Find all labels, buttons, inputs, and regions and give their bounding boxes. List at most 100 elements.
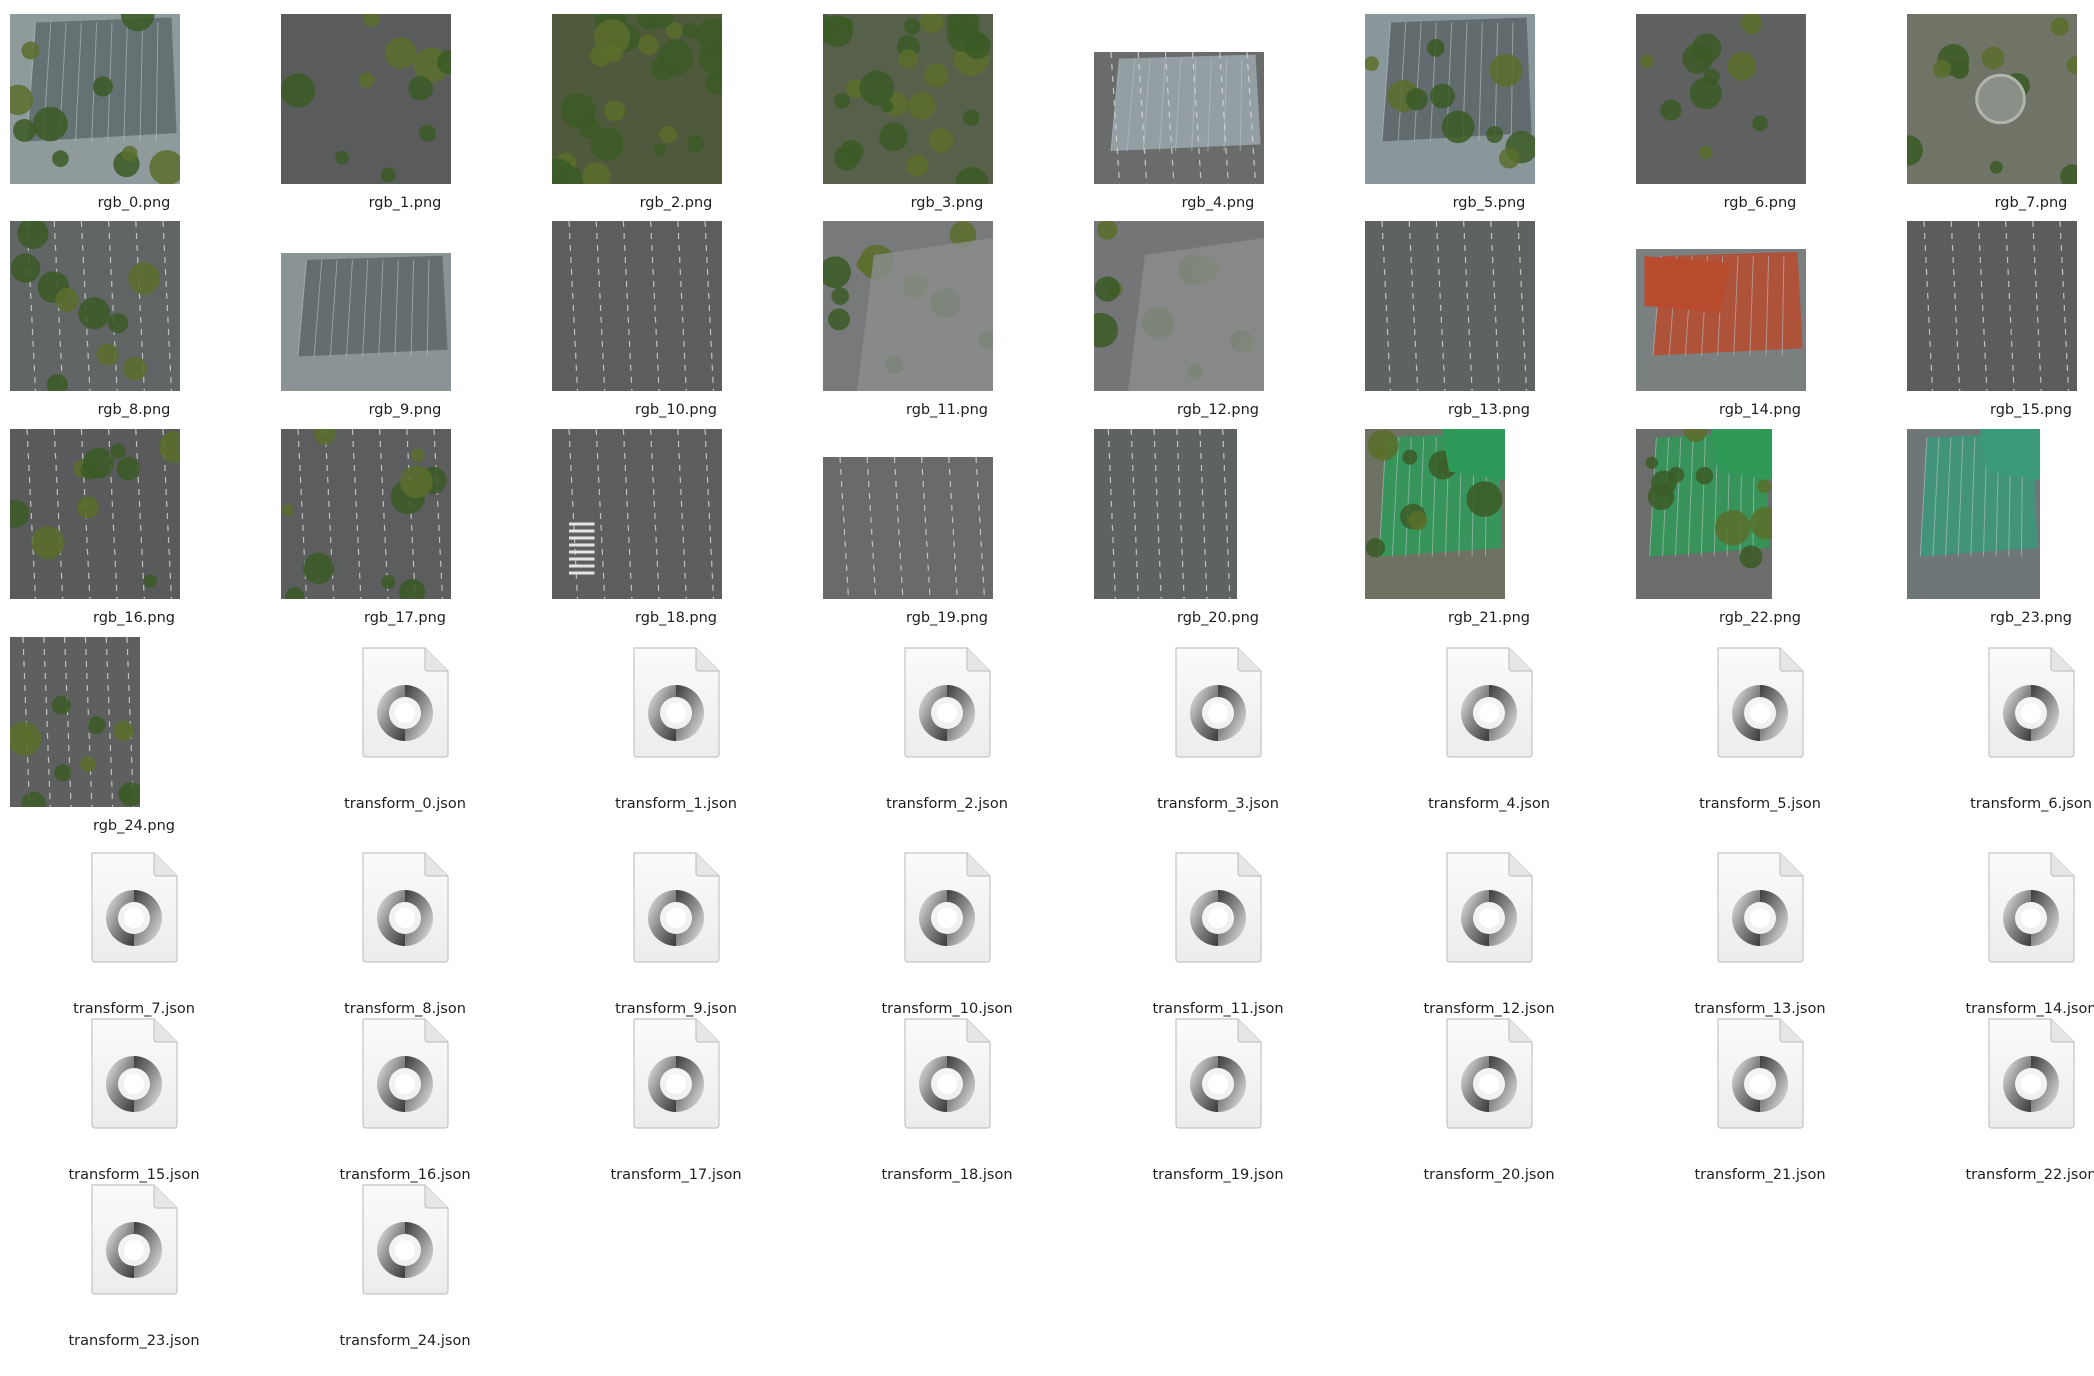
image-thumbnail: [1094, 429, 1237, 599]
json-file-item[interactable]: transform_6.json: [1895, 635, 2094, 839]
image-thumbnail: [552, 221, 722, 391]
aerial-photo-texture: [1636, 249, 1806, 391]
json-file-item[interactable]: transform_3.json: [1082, 635, 1354, 839]
png-file-item[interactable]: rgb_15.png: [1895, 219, 2094, 423]
aerial-photo-texture: [10, 637, 140, 807]
png-file-item[interactable]: rgb_10.png: [540, 219, 812, 423]
aerial-photo-texture: [1365, 429, 1505, 599]
json-file-icon: [362, 647, 449, 758]
png-file-item[interactable]: rgb_5.png: [1353, 12, 1625, 216]
png-file-item[interactable]: rgb_1.png: [269, 12, 541, 216]
image-thumbnail: [1907, 14, 2077, 184]
png-file-item[interactable]: rgb_13.png: [1353, 219, 1625, 423]
aerial-photo-texture: [10, 221, 180, 391]
json-file-item[interactable]: transform_19.json: [1082, 1006, 1354, 1210]
file-name-label: rgb_18.png: [634, 610, 718, 626]
png-file-item[interactable]: rgb_0.png: [0, 12, 270, 216]
thumbnail-frame: [540, 427, 812, 605]
thumbnail-frame: [0, 427, 270, 605]
png-file-item[interactable]: rgb_22.png: [1624, 427, 1896, 631]
file-name-label: transform_0.json: [344, 796, 466, 812]
json-file-item[interactable]: transform_18.json: [811, 1006, 1083, 1210]
png-file-item[interactable]: rgb_2.png: [540, 12, 812, 216]
file-name-label: rgb_24.png: [92, 818, 176, 834]
png-file-item[interactable]: rgb_19.png: [811, 427, 1083, 631]
aerial-photo-texture: [1907, 221, 2077, 391]
png-file-item[interactable]: rgb_3.png: [811, 12, 1083, 216]
json-file-item[interactable]: transform_20.json: [1353, 1006, 1625, 1210]
json-file-item[interactable]: transform_4.json: [1353, 635, 1625, 839]
image-thumbnail: [1094, 221, 1264, 391]
json-file-item[interactable]: transform_17.json: [540, 1006, 812, 1210]
png-file-item[interactable]: rgb_7.png: [1895, 12, 2094, 216]
png-file-item[interactable]: rgb_6.png: [1624, 12, 1896, 216]
file-name-label: transform_19.json: [1152, 1167, 1284, 1183]
file-name-label: rgb_13.png: [1447, 402, 1531, 418]
png-file-item[interactable]: rgb_21.png: [1353, 427, 1625, 631]
json-file-icon: [1988, 647, 2075, 758]
json-file-icon: [1717, 647, 1804, 758]
thumbnail-frame: [540, 12, 812, 190]
thumbnail-frame: [1082, 427, 1354, 605]
thumbnail-frame: [540, 219, 812, 397]
file-name-label: rgb_2.png: [639, 195, 713, 211]
aerial-photo-texture: [1636, 429, 1772, 599]
aerial-photo-texture: [1094, 52, 1264, 184]
image-thumbnail: [10, 637, 140, 807]
json-file-item[interactable]: transform_24.json: [269, 1172, 541, 1376]
file-name-label: transform_2.json: [886, 796, 1008, 812]
image-thumbnail: [1365, 14, 1535, 184]
file-name-label: rgb_7.png: [1994, 195, 2068, 211]
thumbnail-frame: [1624, 219, 1896, 397]
image-thumbnail: [552, 429, 722, 599]
file-name-label: transform_22.json: [1965, 1167, 2094, 1183]
png-file-item[interactable]: rgb_17.png: [269, 427, 541, 631]
aerial-photo-texture: [1636, 14, 1806, 184]
thumbnail-frame: [811, 12, 1083, 190]
png-file-item[interactable]: rgb_12.png: [1082, 219, 1354, 423]
aerial-photo-texture: [1365, 14, 1535, 184]
json-file-item[interactable]: transform_2.json: [811, 635, 1083, 839]
file-name-label: transform_20.json: [1423, 1167, 1555, 1183]
json-file-item[interactable]: transform_23.json: [0, 1172, 270, 1376]
json-file-item[interactable]: transform_0.json: [269, 635, 541, 839]
png-file-item[interactable]: rgb_23.png: [1895, 427, 2094, 631]
image-thumbnail: [823, 221, 993, 391]
thumbnail-frame: [811, 427, 1083, 605]
thumbnail-frame: [1082, 12, 1354, 190]
png-file-item[interactable]: rgb_8.png: [0, 219, 270, 423]
png-file-item[interactable]: rgb_18.png: [540, 427, 812, 631]
json-file-icon: [1446, 1018, 1533, 1129]
json-file-icon: [1717, 852, 1804, 963]
file-name-label: rgb_12.png: [1176, 402, 1260, 418]
png-file-item[interactable]: rgb_14.png: [1624, 219, 1896, 423]
aerial-photo-texture: [1094, 221, 1264, 391]
json-file-item[interactable]: transform_21.json: [1624, 1006, 1896, 1210]
png-file-item[interactable]: rgb_9.png: [269, 219, 541, 423]
image-thumbnail: [1365, 221, 1535, 391]
json-file-item[interactable]: transform_5.json: [1624, 635, 1896, 839]
png-file-item[interactable]: rgb_24.png: [0, 635, 270, 839]
image-thumbnail: [823, 14, 993, 184]
file-name-label: transform_24.json: [339, 1333, 471, 1349]
thumbnail-frame: [1624, 12, 1896, 190]
file-name-label: rgb_6.png: [1723, 195, 1797, 211]
json-file-item[interactable]: transform_1.json: [540, 635, 812, 839]
png-file-item[interactable]: rgb_4.png: [1082, 12, 1354, 216]
json-file-icon: [904, 852, 991, 963]
aerial-photo-texture: [823, 221, 993, 391]
image-thumbnail: [1636, 249, 1806, 391]
png-file-item[interactable]: rgb_20.png: [1082, 427, 1354, 631]
json-file-icon: [1175, 1018, 1262, 1129]
png-file-item[interactable]: rgb_16.png: [0, 427, 270, 631]
image-thumbnail: [10, 221, 180, 391]
json-file-icon: [1446, 647, 1533, 758]
file-name-label: rgb_11.png: [905, 402, 989, 418]
file-name-label: rgb_8.png: [97, 402, 171, 418]
thumbnail-frame: [1624, 427, 1896, 605]
file-name-label: rgb_9.png: [368, 402, 442, 418]
json-file-icon: [1717, 1018, 1804, 1129]
json-file-item[interactable]: transform_22.json: [1895, 1006, 2094, 1210]
file-name-label: rgb_5.png: [1452, 195, 1526, 211]
png-file-item[interactable]: rgb_11.png: [811, 219, 1083, 423]
